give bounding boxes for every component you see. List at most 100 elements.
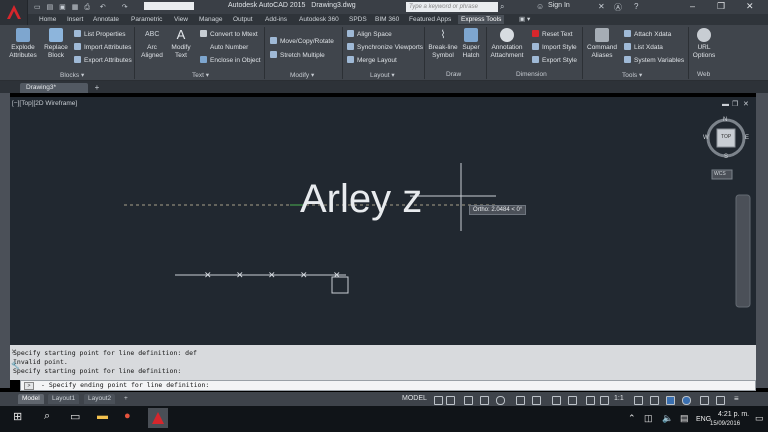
autodesk-a-icon[interactable]: Ⓐ [614,2,622,13]
application-menu-button[interactable] [0,0,28,28]
language-indicator[interactable]: ENG [696,416,711,423]
import-style-button[interactable]: Import Style [532,43,577,52]
break-line-symbol-button[interactable]: ⌇ Break-line Symbol [426,28,460,60]
layout-tab-model[interactable]: Model [18,394,44,404]
close-button[interactable]: ✕ [746,1,754,12]
text-object[interactable]: Arley z [300,179,422,219]
exchange-icon[interactable]: ✕ [598,2,605,11]
convert-to-mtext-button[interactable]: Convert to Mtext [200,30,258,39]
stretch-multiple-button[interactable]: Stretch Multiple [270,51,325,60]
model-space-toggle[interactable]: MODEL [402,395,427,402]
ribbon-minimize-toggle[interactable]: ▣ ▾ [516,15,533,24]
auto-scale-icon[interactable] [600,396,609,405]
tab-annotate[interactable]: Annotate [90,15,122,24]
auto-number-button[interactable]: Auto Number [200,43,248,52]
super-hatch-button[interactable]: Super Hatch [460,28,482,60]
url-options-button[interactable]: URL Options [690,28,718,60]
tab-manage[interactable]: Manage [196,15,226,24]
tab-bim-360[interactable]: BIM 360 [372,15,402,24]
undo-icon[interactable]: ↶ [100,4,106,11]
action-center-icon[interactable]: ▤ [680,413,689,424]
isodraft-icon[interactable] [496,396,505,405]
new-document-tab-button[interactable]: + [92,84,102,92]
move-copy-rotate-button[interactable]: Move/Copy/Rotate [270,37,334,46]
save-icon[interactable]: ▣ [59,4,66,11]
modify-text-button[interactable]: A Modify Text [168,28,194,60]
layout-tab-layout2[interactable]: Layout2 [84,394,116,404]
annotation-visibility-icon[interactable] [586,396,595,405]
merge-layout-button[interactable]: Merge Layout [347,56,397,65]
object-snap-icon[interactable] [532,396,541,405]
enclose-in-object-button[interactable]: Enclose in Object [200,56,261,65]
tab-output[interactable]: Output [230,15,256,24]
annotation-monitor-icon[interactable] [650,396,659,405]
autocad-taskbar-button[interactable] [148,408,168,428]
new-icon[interactable]: ▭ [34,4,41,11]
object-snap-tracking-icon[interactable] [516,396,525,405]
tab-express-tools[interactable]: Express Tools [458,15,505,24]
maximize-button[interactable]: ❐ [717,1,725,12]
modify-panel-title[interactable]: Modify ▾ [290,71,314,79]
annotation-attachment-button[interactable]: Annotation Attachment [488,28,526,60]
task-view-icon[interactable]: ▭ [70,410,80,423]
replace-block-button[interactable]: Replace Block [42,28,70,60]
text-panel-title[interactable]: Text ▾ [192,71,209,79]
clock-time[interactable]: 4:21 p. m. [718,411,749,418]
new-layout-button[interactable]: + [120,394,132,404]
command-window-settings-icon[interactable]: 🔧 [11,362,20,370]
plot-icon[interactable]: ⎙ [84,4,90,11]
tab-autodesk-360[interactable]: Autodesk 360 [296,15,342,24]
ortho-icon[interactable] [464,396,473,405]
windows-start-icon[interactable]: ⊞ [13,410,22,423]
units-icon[interactable] [666,396,675,405]
layout-tab-layout1[interactable]: Layout1 [48,394,80,404]
synchronize-viewports-button[interactable]: Synchronize Viewports [347,43,423,52]
drawing-canvas[interactable]: ✕ ✕ ✕ ✕ ✕ Arley z TOP N S E W WCS ▬ ❐ ✕ [10,97,756,345]
reset-text-button[interactable]: Reset Text [532,30,573,39]
tab-insert[interactable]: Insert [64,15,86,24]
search-icon[interactable]: ⌕ [44,410,50,423]
isolate-objects-icon[interactable] [682,396,691,405]
volume-icon[interactable]: 🔈 [662,413,673,424]
command-prompt-icon[interactable]: > [24,382,34,390]
tab-home[interactable]: Home [36,15,59,24]
document-tab-drawing3[interactable]: Drawing3* [20,83,88,93]
customization-menu-icon[interactable]: ≡ [734,394,739,403]
file-explorer-icon[interactable]: ▬ [97,410,108,422]
hardware-acceleration-icon[interactable] [700,396,709,405]
blocks-panel-title[interactable]: Blocks ▾ [60,71,84,79]
tools-panel-title[interactable]: Tools ▾ [622,71,642,79]
tab-spds[interactable]: SPDS [346,15,370,24]
open-icon[interactable]: ▤ [47,4,54,11]
polar-icon[interactable] [480,396,489,405]
arc-aligned-button[interactable]: ABC Arc Aligned [138,28,166,60]
snap-icon[interactable] [446,396,455,405]
minimize-button[interactable]: – [690,1,695,11]
tab-parametric[interactable]: Parametric [128,15,165,24]
transparency-icon[interactable] [568,396,577,405]
saveas-icon[interactable]: ▦ [72,4,79,11]
viewport-restore-icon[interactable]: ❐ [732,100,738,108]
viewport-minimize-icon[interactable]: ▬ [722,101,729,108]
notification-chevron-icon[interactable]: ⌃ [628,413,636,424]
command-line-input[interactable]: - Specify ending point for line definiti… [20,380,756,391]
import-attributes-button[interactable]: Import Attributes [74,43,131,52]
quick-access-toolbar[interactable]: ▭ ▤ ▣ ▦ ⎙ ↶ ↷ [34,2,194,12]
export-style-button[interactable]: Export Style [532,56,577,65]
viewport-close-icon[interactable]: ✕ [743,100,749,108]
search-input[interactable]: Type a keyword or phrase [406,2,498,12]
command-window-close-icon[interactable]: ✕ [11,348,17,356]
attach-xdata-button[interactable]: Attach Xdata [624,30,671,39]
workspace-icon[interactable] [634,396,643,405]
viewport-controls-label[interactable]: [−][Top][2D Wireframe] [12,100,77,107]
tab-add-ins[interactable]: Add-ins [262,15,290,24]
network-icon[interactable]: ◫ [644,413,653,424]
annotation-scale[interactable]: 1:1 [614,395,624,402]
list-properties-button[interactable]: List Properties [74,30,126,39]
workspace-dropdown[interactable] [143,2,194,10]
notifications-icon[interactable]: ▭ [755,413,764,424]
command-aliases-button[interactable]: Command Aliases [584,28,620,60]
lineweight-icon[interactable] [552,396,561,405]
align-space-button[interactable]: Align Space [347,30,392,39]
binoculars-icon[interactable]: ⌕ [500,2,504,12]
